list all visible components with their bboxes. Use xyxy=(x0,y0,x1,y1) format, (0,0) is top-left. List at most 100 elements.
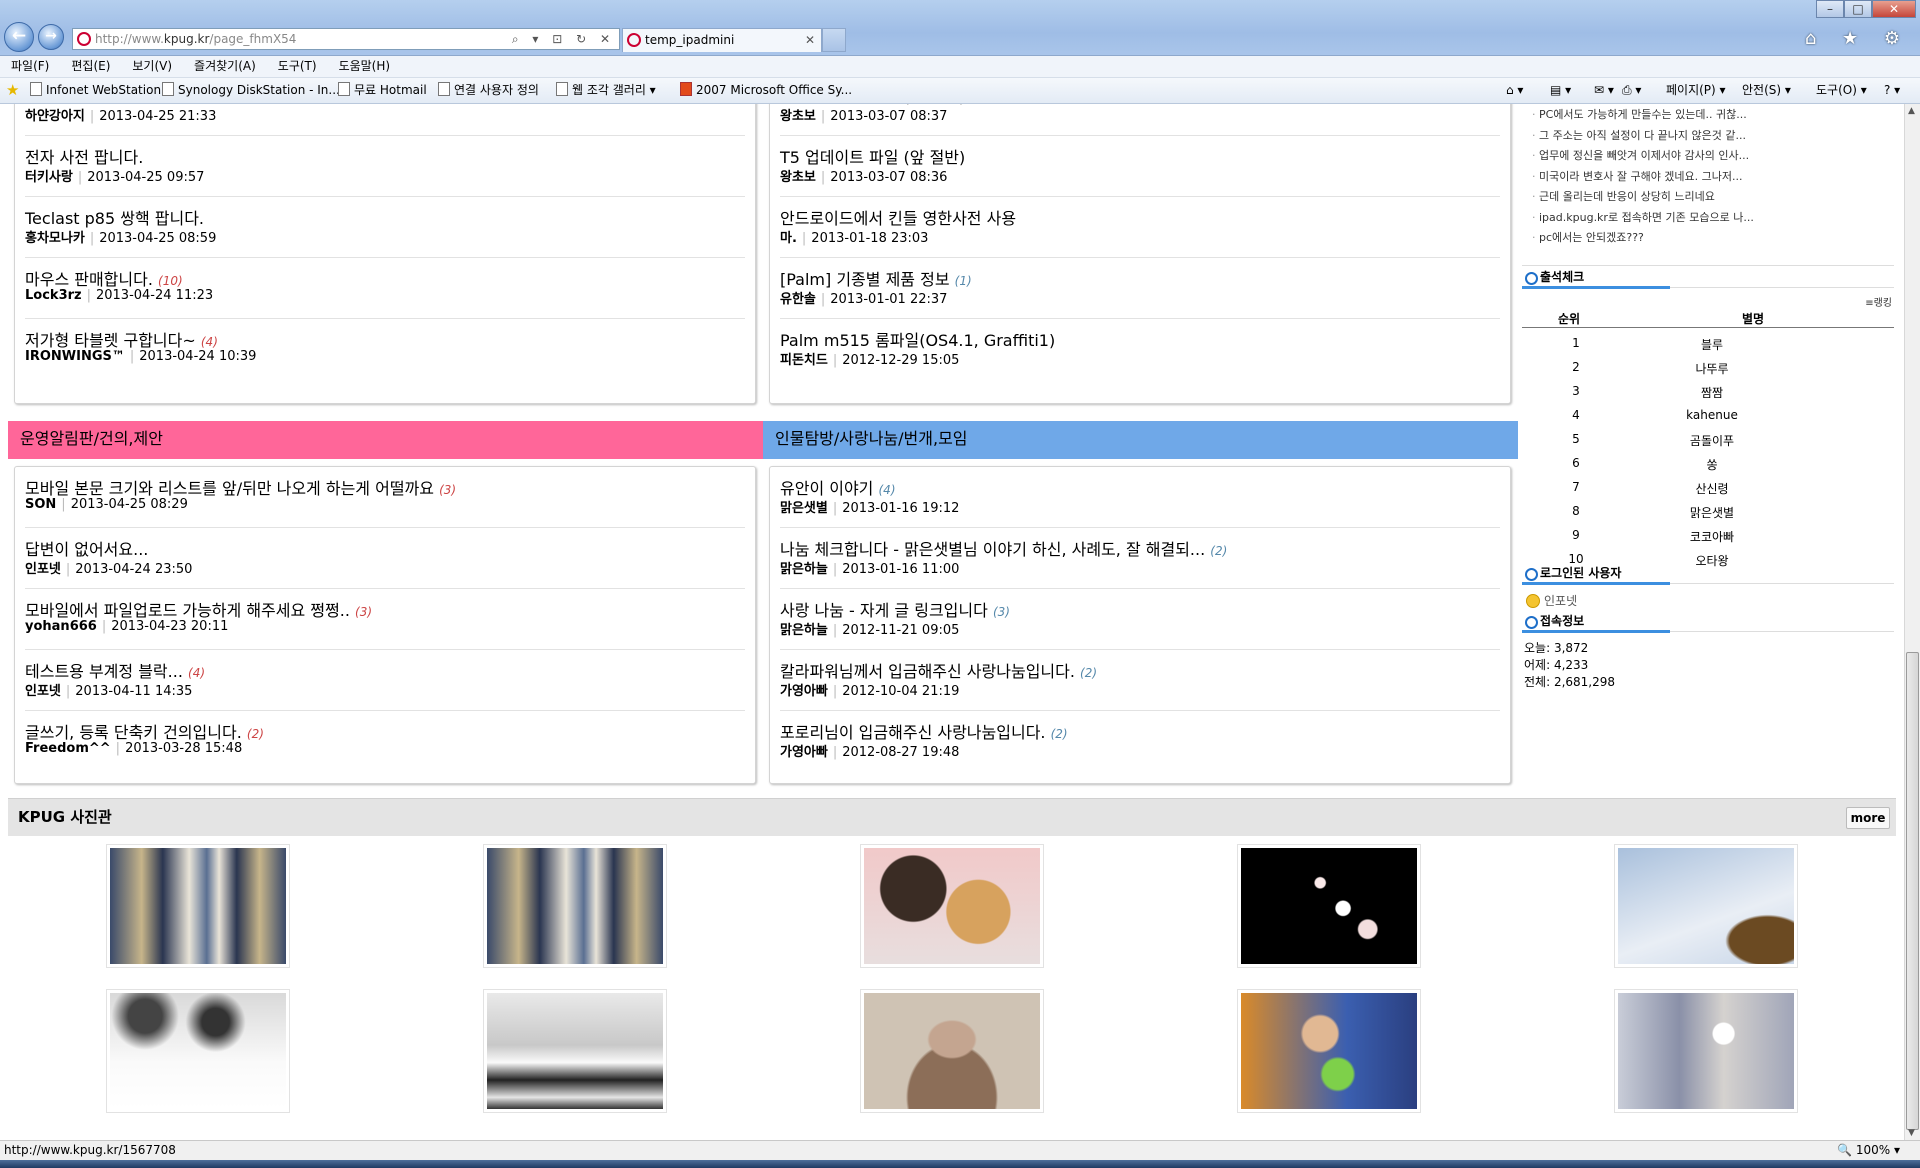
recent-comment-item[interactable]: 그 주소는 아직 설정이 다 끝나지 않은것 같... xyxy=(1532,127,1746,143)
home-favorites-tools-icons[interactable]: ⌂ ★ ⚙ xyxy=(1805,28,1910,49)
post-item[interactable]: 모바일에서 파일업로드 가능하게 해주세요 쩡쩡.. (3) yohan666 | 2… xyxy=(25,589,745,650)
safety-menu[interactable]: 안전(S) ▾ xyxy=(1742,82,1791,98)
fav-infonet[interactable]: Infonet WebStation xyxy=(30,82,161,98)
post-author[interactable]: 가영아빠 xyxy=(780,684,828,699)
print-icon[interactable]: ⎙ ▾ xyxy=(1622,82,1641,98)
post-author[interactable]: 홍차모나카 xyxy=(25,231,85,246)
rank-nickname[interactable]: 곰돌이푸 xyxy=(1622,432,1802,449)
address-tools-icons[interactable]: ⌕ ▾ ⊡ ↻ ✕ xyxy=(512,29,615,49)
post-author[interactable]: Lock3rz xyxy=(25,288,82,303)
rank-nickname[interactable]: 맑은샛별 xyxy=(1622,504,1802,521)
post-title[interactable]: Palm m515 롬파일(OS4.1, Graffiti1) xyxy=(780,327,1055,351)
post-item[interactable]: [Palm] 기종별 제품 정보 (1) 유한솔 | 2013-01-01 22:37 xyxy=(780,258,1500,319)
recent-comment-item[interactable]: 근데 올리는데 반응이 상당히 느리네요 xyxy=(1532,188,1715,204)
post-item[interactable]: 전자 사전 팝니다. 터키사랑 | 2013-04-25 09:57 xyxy=(25,136,745,197)
post-author[interactable]: 유한솔 xyxy=(780,292,816,307)
post-item[interactable]: 저가형 타블렛 구합니다~ (4) IRONWINGS™ | 2013-04-24 1… xyxy=(25,319,745,380)
post-author[interactable]: 터키사랑 xyxy=(25,170,73,185)
post-title[interactable]: 글쓰기, 등록 단축키 건의입니다. (2) xyxy=(25,719,264,743)
scroll-up-icon[interactable]: ▲ xyxy=(1908,106,1915,116)
post-title[interactable]: [Palm] 기종별 제품 정보 (1) xyxy=(780,266,972,290)
forward-button[interactable]: → xyxy=(38,24,64,50)
menu-file[interactable]: 파일(F) xyxy=(0,56,60,76)
section-people-board[interactable]: 인물탐방/사랑나눔/번개,모임 xyxy=(763,421,1518,459)
post-author[interactable]: IRONWINGS™ xyxy=(25,349,125,364)
fav-custom-links[interactable]: 연결 사용자 정의 xyxy=(438,82,539,98)
photo-thumbnail-magnolia[interactable] xyxy=(1614,989,1798,1113)
photo-thumbnail-coffee-burger[interactable] xyxy=(860,844,1044,968)
section-notice-board[interactable]: 운영알림판/건의,제안 xyxy=(8,421,763,459)
post-title[interactable]: 포로리님이 입금해주신 사랑나눔입니다. (2) xyxy=(780,719,1068,743)
maximize-button[interactable]: □ xyxy=(1844,0,1872,18)
post-title[interactable]: 전자 사전 팝니다. xyxy=(25,144,143,168)
recent-comment-item[interactable]: PC에서도 가능하게 만들수는 있는데.. 귀찮... xyxy=(1532,106,1747,122)
post-item[interactable]: T5 업데이트 파일 (뒷 절반) 왕초보|2013-03-07 08:37 xyxy=(780,104,1500,136)
recent-comment-item[interactable]: pc에서는 안되겠죠??? xyxy=(1532,229,1644,245)
fav-web-slice-gallery[interactable]: 웹 조각 갤러리 ▾ xyxy=(556,82,656,98)
fav-office[interactable]: 2007 Microsoft Office Sy... xyxy=(680,82,852,98)
post-item[interactable]: 답변이 없어서요... 인포넷 | 2013-04-24 23:50 xyxy=(25,528,745,589)
photo-thumbnail-bookshelf-2[interactable] xyxy=(483,844,667,968)
favorites-star-icon[interactable]: ★ xyxy=(6,81,19,99)
post-item[interactable]: Teclast p85 쌍핵 팝니다. 홍차모나카 | 2013-04-25 08:… xyxy=(25,197,745,258)
menu-help[interactable]: 도움말(H) xyxy=(328,56,402,76)
post-item[interactable]: 마우스 판매합니다. (10) Lock3rz | 2013-04-24 11:23 xyxy=(25,258,745,319)
photo-thumbnail-baby-cup[interactable] xyxy=(1237,989,1421,1113)
rank-nickname[interactable]: kahenue xyxy=(1622,408,1802,422)
rank-nickname[interactable]: 코코아빠 xyxy=(1622,528,1802,545)
recent-comment-item[interactable]: 업무에 정신을 빼앗겨 이제서야 감사의 인사... xyxy=(1532,147,1749,163)
post-author[interactable]: 인포넷 xyxy=(25,562,61,577)
post-author[interactable]: 왕초보 xyxy=(780,170,816,185)
address-bar[interactable]: http://www.kpug.kr/page_fhmX54 ⌕ ▾ ⊡ ↻ ✕ xyxy=(72,28,620,50)
post-author[interactable]: 맑은하늘 xyxy=(780,623,828,638)
post-title[interactable]: 답변이 없어서요... xyxy=(25,536,148,560)
zoom-level[interactable]: 🔍 100% ▾ xyxy=(1837,1141,1900,1159)
more-button[interactable]: more xyxy=(1846,807,1890,829)
post-item[interactable]: 나눔 체크합니다 - 맑은샛별님 이야기 하신, 사례도, 잘 해결되... (… xyxy=(780,528,1500,589)
post-author[interactable]: 맑은하늘 xyxy=(780,562,828,577)
post-author[interactable]: 피돈치드 xyxy=(780,353,828,368)
page-menu[interactable]: 페이지(P) ▾ xyxy=(1666,82,1726,98)
tab-close-icon[interactable]: ✕ xyxy=(805,29,815,51)
menu-edit[interactable]: 편집(E) xyxy=(60,56,121,76)
scroll-down-icon[interactable]: ▼ xyxy=(1908,1128,1915,1138)
rank-nickname[interactable]: 나뚜루 xyxy=(1622,360,1802,377)
photo-thumbnail-white-flowers[interactable] xyxy=(106,989,290,1113)
post-author[interactable]: 인포넷 xyxy=(25,684,61,699)
vertical-scrollbar[interactable]: ▲ ▼ xyxy=(1904,104,1920,1140)
photo-thumbnail-sky-house[interactable] xyxy=(1614,844,1798,968)
post-title[interactable]: 나눔 체크합니다 - 맑은샛별님 이야기 하신, 사례도, 잘 해결되... (… xyxy=(780,536,1227,560)
post-title[interactable]: 저가형 타블렛 구합니다~ (4) xyxy=(25,327,218,351)
menu-tools[interactable]: 도구(T) xyxy=(267,56,328,76)
post-title[interactable]: 칼라파워님께서 입금해주신 사랑나눔입니다. (2) xyxy=(780,658,1097,682)
online-user[interactable]: 인포넷 xyxy=(1526,592,1577,609)
rank-nickname[interactable]: 쏭 xyxy=(1622,456,1802,473)
fav-hotmail[interactable]: 무료 Hotmail xyxy=(338,82,427,98)
post-title[interactable]: 모바일 본문 크기와 리스트를 앞/뒤만 나오게 하는게 어떨까요 (3) xyxy=(25,475,456,499)
rank-nickname[interactable]: 짬짬 xyxy=(1622,384,1802,401)
post-item[interactable]: 칼라파워님께서 입금해주신 사랑나눔입니다. (2) 가영아빠 | 2012-10-0… xyxy=(780,650,1500,711)
post-author[interactable]: 왕초보 xyxy=(780,109,816,124)
post-author[interactable]: 가영아빠 xyxy=(780,745,828,760)
post-title[interactable]: 유안이 이야기 (4) xyxy=(780,475,896,499)
post-title[interactable]: T5 업데이트 파일 (앞 절반) xyxy=(780,144,965,168)
post-item[interactable]: 스타벅스 1호점 텀블러 팔아요 하얀강아지|2013-04-25 21:33 xyxy=(25,104,745,136)
post-item[interactable]: 테스트용 부계정 블락... (4) 인포넷 | 2013-04-11 14:35 xyxy=(25,650,745,711)
scrollbar-thumb[interactable] xyxy=(1906,652,1919,1130)
photo-thumbnail-water-ripple[interactable] xyxy=(483,989,667,1113)
photo-thumbnail-bookshelf[interactable] xyxy=(106,844,290,968)
menu-favorites[interactable]: 즐겨찾기(A) xyxy=(183,56,267,76)
feeds-icon[interactable]: ▤ ▾ xyxy=(1550,82,1571,98)
menu-view[interactable]: 보기(V) xyxy=(121,56,183,76)
post-item[interactable]: 안드로이드에서 킨들 영한사전 사용 마. | 2013-01-18 23:03 xyxy=(780,197,1500,258)
fav-synology[interactable]: Synology DiskStation - In... xyxy=(162,82,340,98)
post-author[interactable]: yohan666 xyxy=(25,619,97,634)
home-icon[interactable]: ⌂ ▾ xyxy=(1506,82,1523,98)
post-author[interactable]: 마. xyxy=(780,231,797,246)
post-title[interactable]: 안드로이드에서 킨들 영한사전 사용 xyxy=(780,205,1016,229)
help-icon[interactable]: ? ▾ xyxy=(1884,82,1900,98)
tools-menu[interactable]: 도구(O) ▾ xyxy=(1816,82,1867,98)
rank-nickname[interactable]: 블루 xyxy=(1622,336,1802,353)
post-title[interactable]: 테스트용 부계정 블락... (4) xyxy=(25,658,205,682)
post-author[interactable]: Freedom^^ xyxy=(25,741,111,756)
